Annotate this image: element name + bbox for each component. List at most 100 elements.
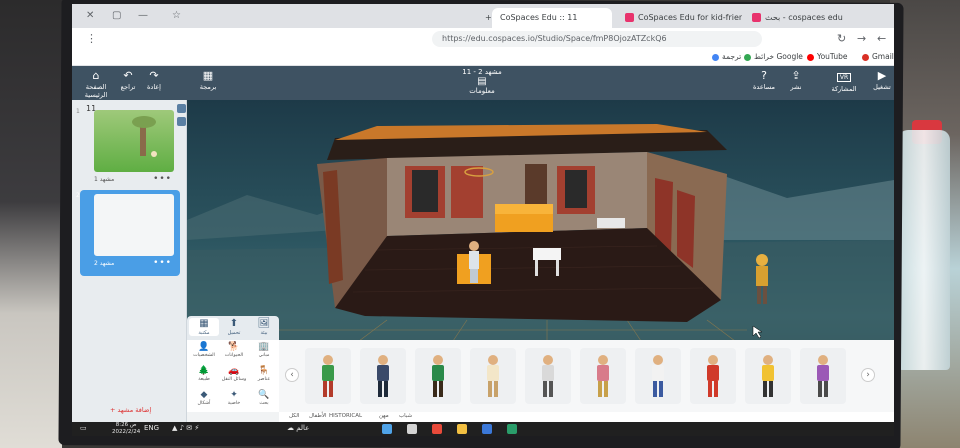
tab-upload[interactable]: ⬆ تحميل bbox=[219, 318, 249, 336]
character-figure-icon bbox=[762, 355, 774, 397]
spray-bottle bbox=[898, 130, 950, 370]
vr-button[interactable]: VR المشاركة bbox=[824, 69, 864, 93]
weather-widget[interactable]: ☁ عالم bbox=[287, 424, 309, 432]
category-transport[interactable]: 🚗 وسائل النقل bbox=[219, 366, 249, 382]
library-next-button[interactable]: › bbox=[861, 368, 875, 382]
bookmark-maps[interactable]: خرائط Google bbox=[744, 52, 803, 61]
bookmark-youtube[interactable]: YouTube bbox=[807, 52, 848, 61]
search-icon: 🔍 bbox=[258, 390, 270, 400]
library-character-4[interactable] bbox=[470, 348, 516, 404]
environment-icon: 🖼 bbox=[257, 318, 271, 329]
character-figure-icon bbox=[652, 355, 664, 397]
character-figure-icon bbox=[487, 355, 499, 397]
category-shapes[interactable]: ◆ أشكال bbox=[189, 390, 219, 406]
edge-icon[interactable] bbox=[482, 424, 492, 434]
cospaces-favicon bbox=[625, 13, 634, 22]
youtube-icon bbox=[807, 53, 814, 61]
scene-card-2[interactable]: 2 مشهد 2 ••• bbox=[76, 190, 180, 276]
store-icon[interactable] bbox=[507, 424, 517, 434]
scene-more-button[interactable]: ••• bbox=[153, 174, 172, 184]
windows-start-icon[interactable] bbox=[382, 424, 392, 434]
search-taskbar-icon[interactable] bbox=[407, 424, 417, 434]
window-close-icon[interactable]: ✕ bbox=[86, 10, 94, 21]
category-animals[interactable]: 🐕 الحيوانات bbox=[219, 342, 249, 358]
browser-address-bar: ⋮ https://edu.cospaces.io/Studio/Space/f… bbox=[72, 28, 894, 50]
character-figure-icon bbox=[432, 355, 444, 397]
category-characters[interactable]: 👤 الشخصيات bbox=[189, 342, 219, 358]
cospaces-favicon bbox=[752, 13, 761, 22]
library-character-1[interactable] bbox=[305, 348, 351, 404]
tab-label: بحث - cospaces edu bbox=[765, 13, 843, 22]
library-character-3[interactable] bbox=[415, 348, 461, 404]
language-indicator[interactable]: ENG bbox=[144, 424, 159, 432]
scene-thumbnail bbox=[94, 110, 174, 172]
category-buildings[interactable]: 🏢 مباني bbox=[249, 342, 279, 358]
category-items[interactable]: 🪑 عناصر bbox=[249, 366, 279, 382]
notification-icon[interactable]: ▭ bbox=[80, 424, 87, 432]
special-icon: ✦ bbox=[230, 390, 238, 400]
car-icon: 🚗 bbox=[228, 366, 240, 376]
share-button[interactable]: ⇪ نشر bbox=[776, 69, 816, 91]
laptop-screen: ✕ ▢ — ☆ + CoSpaces Edu :: 11 CoSpaces Ed… bbox=[72, 4, 894, 436]
tab-environment[interactable]: 🖼 بيئة bbox=[249, 318, 279, 336]
url-field[interactable]: https://edu.cospaces.io/Studio/Space/fmP… bbox=[432, 31, 762, 47]
library-character-2[interactable] bbox=[360, 348, 406, 404]
filter-jobs[interactable]: مهن bbox=[379, 413, 389, 419]
tray-icons[interactable]: ▲ ♪ ✉ ⚡ bbox=[172, 424, 199, 432]
redo-button[interactable]: ↷ إعادة bbox=[134, 69, 174, 91]
gmail-icon bbox=[862, 53, 869, 61]
person-icon: 👤 bbox=[198, 342, 210, 352]
window-maximize-icon[interactable]: ▢ bbox=[112, 10, 121, 21]
scene-card-1[interactable]: 1 مشهد 1 ••• bbox=[76, 106, 180, 188]
library-items: ‹ › bbox=[279, 340, 894, 412]
filter-kids[interactable]: الأطفال bbox=[309, 413, 327, 419]
bookmarks-bar: Gmail YouTube خرائط Google ترجمة bbox=[72, 50, 894, 66]
scene-title[interactable]: مشهد 2 - 11 ▤ معلومات bbox=[452, 68, 512, 95]
clock[interactable]: 8:26 ص 2022/2/24 bbox=[112, 422, 140, 436]
bookmark-gmail[interactable]: Gmail bbox=[862, 52, 894, 61]
bookmark-star-icon[interactable]: ☆ bbox=[172, 10, 181, 21]
category-special[interactable]: ✦ خاصية bbox=[219, 390, 249, 406]
shapes-icon: ◆ bbox=[200, 390, 208, 400]
cloud-icon: ☁ bbox=[287, 424, 294, 432]
back-icon[interactable]: ← bbox=[877, 32, 886, 45]
reload-icon[interactable]: ↻ bbox=[837, 32, 846, 45]
bookmark-translate[interactable]: ترجمة bbox=[712, 52, 741, 61]
library-subfilters: الكل الأطفال HISTORICAL مهن شباب bbox=[279, 412, 894, 422]
library-character-9[interactable] bbox=[745, 348, 791, 404]
chair-icon: 🪑 bbox=[258, 366, 270, 376]
tab-library[interactable]: ▦ مكتبة bbox=[189, 318, 219, 336]
character-figure-icon bbox=[377, 355, 389, 397]
tab-cospaces-project[interactable]: CoSpaces Edu :: 11 bbox=[492, 8, 612, 28]
file-explorer-icon[interactable] bbox=[457, 424, 467, 434]
add-scene-button[interactable]: + إضافة مشهد bbox=[110, 406, 151, 414]
window-minimize-icon[interactable]: — bbox=[138, 10, 148, 21]
filter-historical[interactable]: HISTORICAL bbox=[329, 413, 362, 419]
scene-more-button[interactable]: ••• bbox=[153, 258, 172, 268]
scene-thumbnail bbox=[94, 194, 174, 256]
building-icon: 🏢 bbox=[258, 342, 270, 352]
scenes-panel: 11 1 مشهد 1 ••• 2 مشهد 2 ••• + إضافة مشه… bbox=[72, 100, 187, 436]
tab-cospaces-edu[interactable]: CoSpaces Edu for kid-friendly 3D bbox=[617, 8, 742, 28]
character-figure-icon bbox=[322, 355, 334, 397]
library-character-7[interactable] bbox=[635, 348, 681, 404]
vr-icon: VR bbox=[824, 69, 864, 85]
library-character-10[interactable] bbox=[800, 348, 846, 404]
library-character-8[interactable] bbox=[690, 348, 736, 404]
chrome-icon[interactable] bbox=[432, 424, 442, 434]
library-icon: ▦ bbox=[199, 318, 209, 329]
filter-youth[interactable]: شباب bbox=[399, 413, 412, 419]
forward-icon[interactable]: → bbox=[857, 32, 866, 45]
menu-icon[interactable]: ⋮ bbox=[86, 32, 97, 45]
browser-tab-bar: ✕ ▢ — ☆ + CoSpaces Edu :: 11 CoSpaces Ed… bbox=[72, 4, 894, 28]
tree-thumbnail-icon bbox=[132, 116, 157, 157]
library-prev-button[interactable]: ‹ bbox=[285, 368, 299, 382]
library-character-5[interactable] bbox=[525, 348, 571, 404]
library-character-6[interactable] bbox=[580, 348, 626, 404]
category-search[interactable]: 🔍 بحث bbox=[249, 390, 279, 406]
code-button[interactable]: ▦ برمجة bbox=[188, 69, 228, 91]
tab-search[interactable]: بحث - cospaces edu bbox=[744, 8, 889, 28]
filter-all[interactable]: الكل bbox=[289, 413, 299, 419]
play-button[interactable]: ▶ تشغيل bbox=[862, 69, 894, 91]
category-nature[interactable]: 🌲 طبيعة bbox=[189, 366, 219, 382]
